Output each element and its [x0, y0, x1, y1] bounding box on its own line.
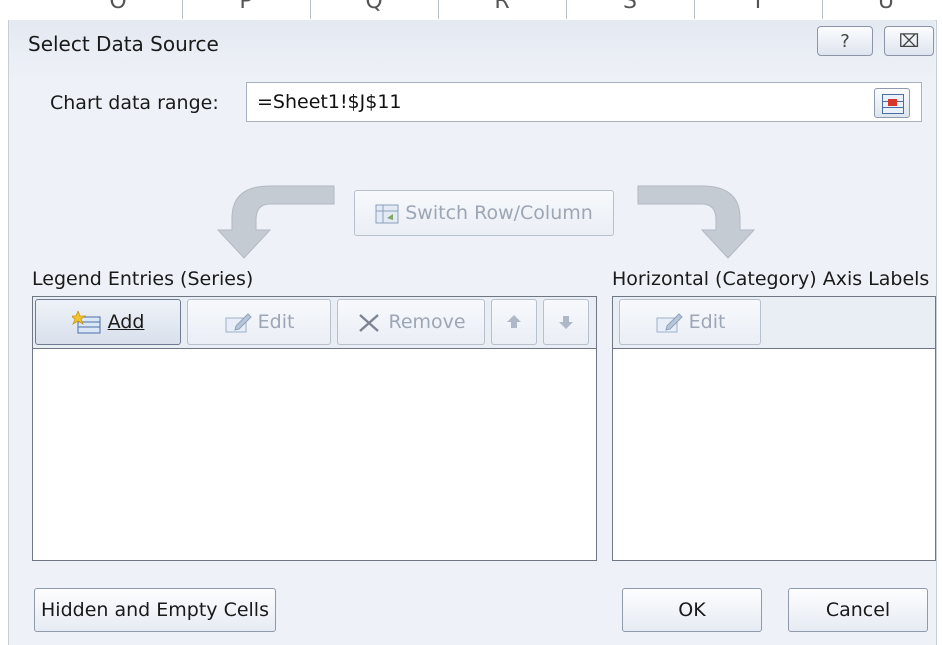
- edit-axis-labels-button[interactable]: Edit: [619, 299, 761, 345]
- move-down-button[interactable]: [543, 299, 589, 345]
- spreadsheet-column-headers: O P Q R S T U: [0, 0, 942, 21]
- add-series-button[interactable]: Add: [35, 299, 181, 345]
- remove-icon: [359, 313, 380, 332]
- hidden-empty-cells-label: Hidden and Empty Cells: [41, 599, 269, 621]
- add-series-label: Add: [107, 311, 145, 333]
- edit-series-button[interactable]: Edit: [187, 299, 331, 345]
- cancel-button[interactable]: Cancel: [788, 588, 928, 632]
- ok-button[interactable]: OK: [622, 588, 762, 632]
- edit-series-label: Edit: [257, 311, 295, 333]
- column-header: T: [694, 0, 823, 19]
- edit-icon: [656, 312, 683, 332]
- legend-entries-heading: Legend Entries (Series): [32, 268, 254, 290]
- arrow-up-icon: [507, 315, 521, 328]
- column-header: R: [438, 0, 567, 19]
- edit-axis-labels-label: Edit: [688, 311, 726, 333]
- switch-row-column-button[interactable]: Switch Row/Column: [354, 190, 614, 236]
- collapse-dialog-button[interactable]: [874, 88, 910, 118]
- dialog-title: Select Data Source: [28, 32, 219, 56]
- legend-entries-panel: Add Edit Remove: [32, 296, 597, 561]
- column-header: S: [566, 0, 695, 19]
- cancel-label: Cancel: [825, 599, 891, 621]
- column-header: Q: [310, 0, 439, 19]
- right-curved-arrow-icon: [637, 185, 756, 259]
- arrow-down-icon: [559, 316, 573, 329]
- axis-labels-list[interactable]: [614, 350, 934, 559]
- switch-row-column-label: Switch Row/Column: [405, 202, 593, 224]
- edit-icon: [225, 312, 252, 332]
- help-icon: ?: [840, 31, 850, 52]
- move-up-button[interactable]: [491, 299, 537, 345]
- ok-label: OK: [678, 599, 706, 621]
- column-header: P: [182, 0, 311, 19]
- close-button[interactable]: ⌧: [884, 26, 934, 56]
- column-header: U: [822, 0, 942, 19]
- series-list[interactable]: [34, 350, 595, 559]
- column-header: O: [54, 0, 183, 19]
- left-curved-arrow-icon: [216, 185, 335, 259]
- chart-data-range-input[interactable]: =Sheet1!$J$11: [246, 82, 922, 122]
- add-series-icon: [71, 310, 101, 333]
- chart-data-range-label: Chart data range:: [50, 92, 219, 114]
- close-icon: ⌧: [898, 31, 920, 52]
- switch-row-column-icon: [375, 204, 399, 223]
- remove-series-button[interactable]: Remove: [337, 299, 485, 345]
- spreadsheet-edge-left: [0, 20, 9, 645]
- help-button[interactable]: ?: [817, 26, 873, 56]
- axis-labels-panel: Edit: [612, 296, 936, 561]
- axis-labels-heading: Horizontal (Category) Axis Labels: [612, 268, 930, 290]
- remove-series-label: Remove: [388, 311, 466, 333]
- hidden-empty-cells-button[interactable]: Hidden and Empty Cells: [34, 588, 276, 632]
- spreadsheet-edge-right: [936, 20, 942, 645]
